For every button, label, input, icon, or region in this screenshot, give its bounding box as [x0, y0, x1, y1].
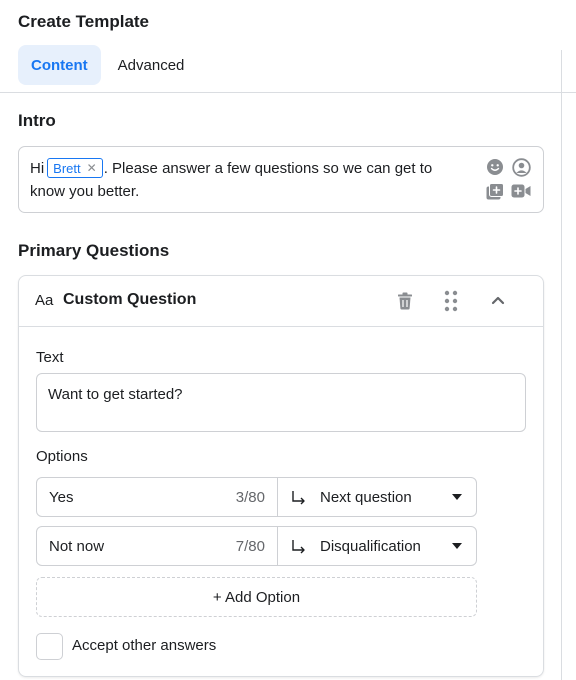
question-card-header[interactable]: Aa Custom Question	[19, 276, 543, 327]
route-arrow-icon	[290, 489, 308, 512]
chevron-up-icon[interactable]	[490, 292, 506, 313]
header-divider	[0, 92, 576, 93]
question-title: Custom Question	[63, 291, 197, 308]
char-counter: 3/80	[235, 489, 265, 506]
intro-editor[interactable]: Hi Brett ✕. Please answer a few questions …	[18, 146, 544, 213]
option-row: Yes 3/80 Next question	[36, 477, 477, 517]
question-text-input[interactable]: Want to get started?	[36, 373, 526, 432]
intro-text[interactable]: Hi Brett ✕. Please answer a few questions …	[30, 157, 470, 203]
intro-heading: Intro	[18, 111, 56, 130]
route-dropdown[interactable]: Next question	[278, 478, 476, 516]
tab-advanced[interactable]: Advanced	[105, 45, 198, 85]
name-chip[interactable]: Brett ✕	[47, 157, 103, 180]
option-input[interactable]: Yes 3/80	[37, 478, 278, 516]
option-value: Not now	[49, 538, 105, 555]
emoji-icon[interactable]	[485, 157, 505, 177]
option-input[interactable]: Not now 7/80	[37, 527, 278, 565]
text-label: Text	[36, 349, 64, 366]
tab-bar: Content Advanced	[18, 45, 197, 85]
route-arrow-icon	[290, 538, 308, 561]
question-card: Aa Custom Question Text Want to get star…	[18, 275, 544, 677]
options-label: Options	[36, 448, 88, 465]
trash-icon[interactable]	[395, 291, 415, 316]
route-dropdown[interactable]: Disqualification	[278, 527, 476, 565]
drag-handle-icon[interactable]	[444, 290, 458, 317]
page-title: Create Template	[18, 12, 150, 31]
accept-other-checkbox[interactable]	[36, 633, 63, 660]
option-row: Not now 7/80 Disqualification	[36, 526, 477, 566]
char-counter: 7/80	[235, 538, 265, 555]
caret-down-icon	[452, 494, 462, 500]
tab-content[interactable]: Content	[18, 45, 101, 85]
intro-toolbar	[485, 157, 531, 201]
chip-remove-icon[interactable]: ✕	[87, 157, 97, 180]
name-chip-label: Brett	[53, 160, 81, 176]
route-value: Disqualification	[320, 538, 421, 555]
route-value: Next question	[320, 489, 412, 506]
caret-down-icon	[452, 543, 462, 549]
intro-greeting: Hi	[30, 160, 45, 177]
add-image-icon[interactable]	[485, 181, 505, 201]
scrollbar-track[interactable]	[561, 50, 562, 680]
option-value: Yes	[49, 489, 74, 506]
add-video-icon[interactable]	[511, 181, 531, 201]
primary-questions-heading: Primary Questions	[18, 241, 170, 260]
profile-icon[interactable]	[511, 157, 531, 177]
add-option-button[interactable]: + Add Option	[36, 577, 477, 617]
accept-other-label[interactable]: Accept other answers	[72, 637, 216, 654]
text-format-icon: Aa	[35, 292, 54, 309]
